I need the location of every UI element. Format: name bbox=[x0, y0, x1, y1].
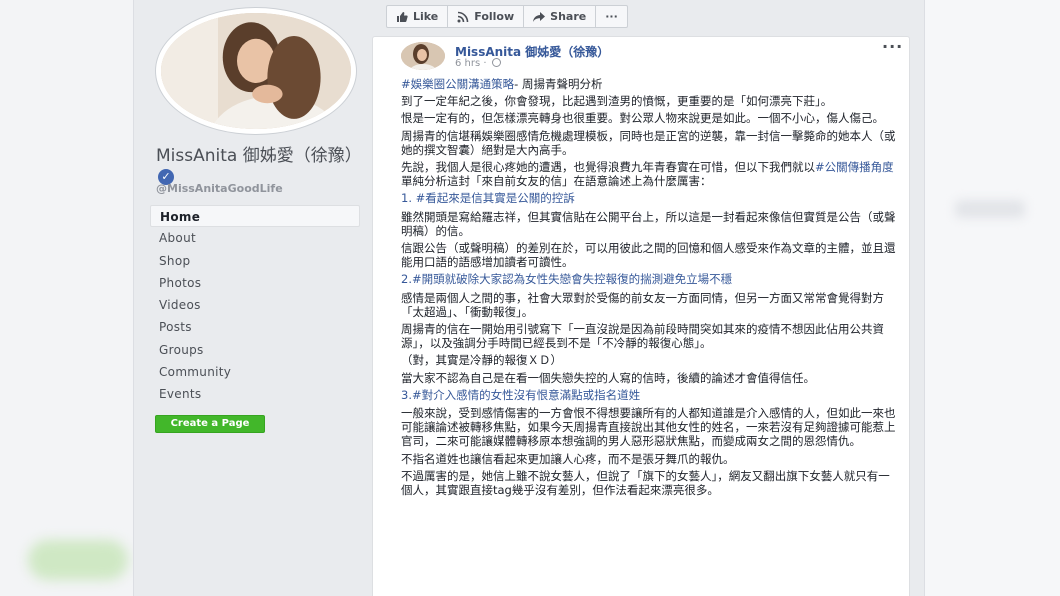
thumbs-up-icon bbox=[397, 11, 408, 22]
facebook-page: MissAnita 御姊愛（徐豫） ✓ @MissAnitaGoodLife H… bbox=[133, 0, 925, 596]
post-paragraph: （對，其實是冷靜的報復ＸＤ） bbox=[401, 353, 562, 368]
like-button[interactable]: Like bbox=[387, 6, 449, 27]
post-paragraph: 感情是兩個人之間的事，社會大眾對於受傷的前女友一方面同情，但另一方面又常常會覺得… bbox=[401, 290, 884, 319]
post-timestamp[interactable]: 6 hrs · bbox=[455, 58, 501, 69]
post-subtitle: - 周揚青聲明分析 bbox=[514, 77, 603, 91]
nav-item-home[interactable]: Home bbox=[150, 205, 360, 228]
post-paragraph: 當大家不認為自己是在看一個失戀失控的人寫的信時，後續的論述才會值得信任。 bbox=[401, 370, 815, 385]
hashtag-link[interactable]: #娛樂圈公關溝通策略 bbox=[401, 77, 514, 91]
page-name-text: MissAnita 御姊愛（徐豫） bbox=[156, 146, 362, 166]
nav-item-videos[interactable]: Videos bbox=[150, 294, 360, 316]
post-paragraph: 信跟公告（或聲明稿）的差別在於，可以用彼此之間的回憶和個人感受來作為文章的主體，… bbox=[401, 241, 896, 270]
nav-item-about[interactable]: About bbox=[150, 227, 360, 249]
share-arrow-icon bbox=[533, 11, 546, 22]
share-button[interactable]: Share bbox=[524, 6, 597, 27]
background-left bbox=[0, 0, 133, 596]
hashtag-link[interactable]: #公關傳播角度 bbox=[815, 160, 894, 174]
nav-item-photos[interactable]: Photos bbox=[150, 272, 360, 294]
create-page-button[interactable]: Create a Page bbox=[155, 415, 265, 433]
page-nav: Home About Shop Photos Videos Posts Grou… bbox=[150, 205, 360, 406]
section-heading[interactable]: 3.#對介入感情的女性沒有恨意滿點或指名道姓 bbox=[401, 388, 901, 402]
post-text: 單純分析這封「來自前女友的信」在語意論述上為什麼厲害： bbox=[401, 174, 712, 189]
nav-item-events[interactable]: Events bbox=[150, 383, 360, 405]
page-handle: @MissAnitaGoodLife bbox=[156, 182, 283, 195]
author-avatar[interactable] bbox=[401, 42, 445, 70]
post-paragraph: 一般來說，受到感情傷害的一方會恨不得想要讓所有的人都知道誰是介入感情的人，但如此… bbox=[401, 406, 896, 449]
share-label: Share bbox=[550, 10, 587, 23]
section-heading[interactable]: 2.#開頭就破除大家認為女性失戀會失控報復的揣測避免立場不穩 bbox=[401, 272, 901, 286]
post-text: 先說，我個人是很心疼她的遭遇，也覺得浪費九年青春實在可惜，但以下我們就以 bbox=[401, 160, 815, 175]
globe-icon bbox=[491, 58, 501, 67]
nav-item-groups[interactable]: Groups bbox=[150, 339, 360, 361]
post-paragraph: 恨是一定有的，但怎樣漂亮轉身也很重要。對公眾人物來說更是如此。一個不小心，傷人傷… bbox=[401, 111, 884, 126]
post-title: #娛樂圈公關溝通策略- 周揚青聲明分析 bbox=[401, 77, 901, 91]
post-paragraph: 周揚青的信在一開始用引號寫下「一直沒說是因為前段時間突如其來的疫情不想因此佔用公… bbox=[401, 322, 884, 351]
profile-photo-image bbox=[161, 13, 351, 129]
post-paragraph: 先說，我個人是很心疼她的遭遇，也覺得浪費九年青春實在可惜，但以下我們就以#公關傳… bbox=[401, 160, 901, 188]
more-options-button[interactable]: ··· bbox=[596, 6, 627, 27]
post-card: MissAnita 御姊愛（徐豫） 6 hrs · ··· #娛樂圈公關溝通策略… bbox=[372, 36, 910, 596]
background-right bbox=[925, 0, 1060, 596]
like-label: Like bbox=[413, 10, 439, 23]
nav-item-posts[interactable]: Posts bbox=[150, 316, 360, 338]
nav-item-shop[interactable]: Shop bbox=[150, 250, 360, 272]
post-body: #娛樂圈公關溝通策略- 周揚青聲明分析 到了一定年紀之後，你會發現，比起遇到渣男… bbox=[401, 77, 901, 500]
avatar-image bbox=[401, 42, 445, 70]
post-paragraph: 雖然開頭是寫給羅志祥，但其實信貼在公開平台上，所以這是一封看起來像信但實質是公告… bbox=[401, 209, 896, 238]
post-more-icon[interactable]: ··· bbox=[882, 37, 903, 56]
follow-button[interactable]: Follow bbox=[448, 6, 525, 27]
post-paragraph: 不指名道姓也讓信看起來更加讓人心疼，而不是張牙舞爪的報仇。 bbox=[401, 451, 735, 466]
more-options-icon: ··· bbox=[605, 10, 618, 23]
profile-picture[interactable] bbox=[156, 8, 356, 134]
page-action-bar: Like Follow Share ··· bbox=[386, 5, 628, 28]
follow-label: Follow bbox=[474, 10, 515, 23]
post-paragraph: 不過厲害的是，她信上雖不說女藝人，但說了「旗下的女藝人」，網友又翻出旗下女藝人就… bbox=[401, 468, 890, 498]
post-paragraph: 周揚青的信堪稱娛樂圈感情危機處理模板，同時也是正宮的逆襲，靠一封信一擊斃命的她本… bbox=[401, 128, 896, 157]
nav-item-community[interactable]: Community bbox=[150, 361, 360, 383]
page-name[interactable]: MissAnita 御姊愛（徐豫） ✓ bbox=[156, 146, 371, 186]
section-heading[interactable]: 1. #看起來是信其實是公關的控訴 bbox=[401, 191, 901, 205]
rss-follow-icon bbox=[457, 11, 469, 22]
post-paragraph: 到了一定年紀之後，你會發現，比起遇到渣男的憤慨，更重要的是「如何漂亮下莊」。 bbox=[401, 94, 833, 109]
post-time-text: 6 hrs · bbox=[455, 58, 487, 69]
